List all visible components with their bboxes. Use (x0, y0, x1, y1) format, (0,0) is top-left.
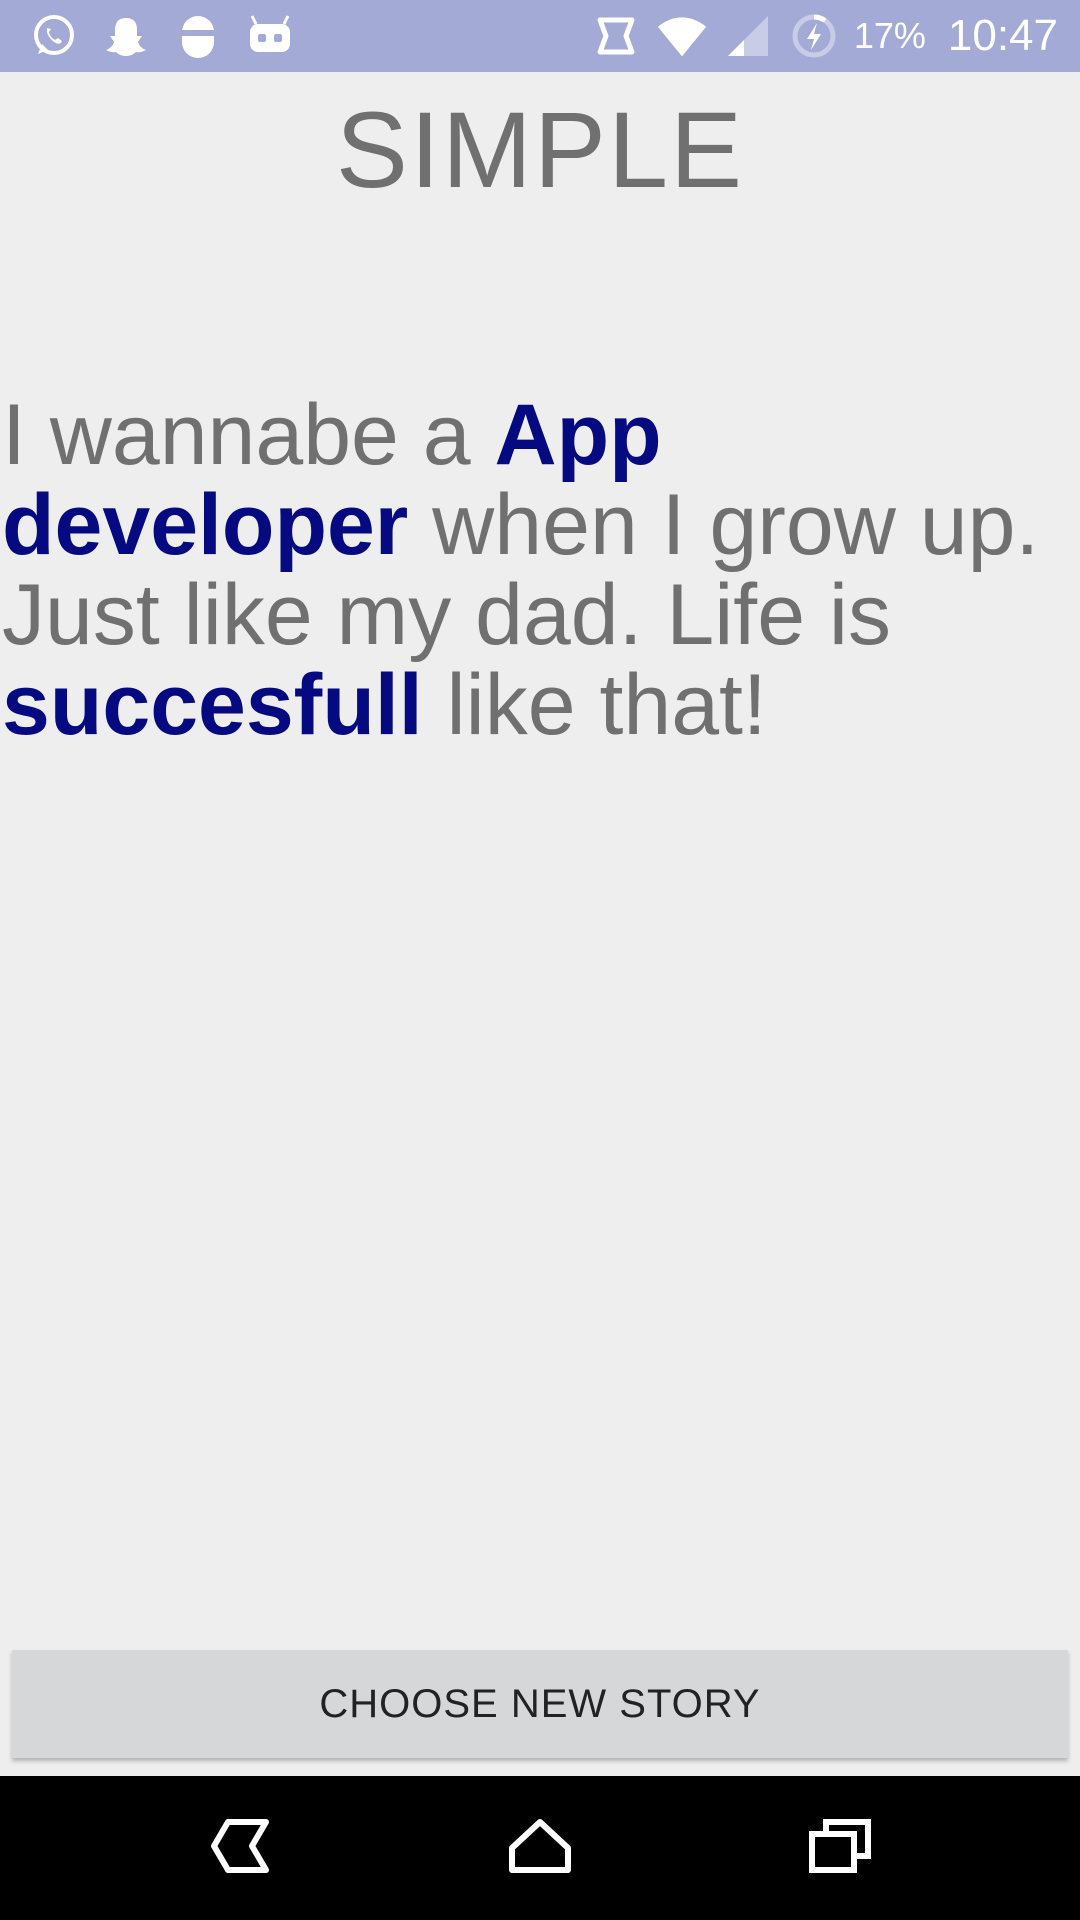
whatsapp-icon (28, 10, 80, 62)
status-bar: 17% 10:47 (0, 0, 1080, 72)
recents-icon (808, 1818, 872, 1879)
back-button[interactable] (190, 1798, 290, 1898)
wifi-icon (656, 10, 708, 62)
choose-new-story-button[interactable]: CHOOSE NEW STORY (12, 1650, 1068, 1758)
story-highlight-2: succesfull (2, 657, 423, 753)
story-text-part-3: like that! (422, 657, 767, 753)
battery-percent: 17% (853, 15, 926, 56)
back-icon (208, 1818, 272, 1879)
app-icon (172, 10, 224, 62)
home-button[interactable] (490, 1798, 590, 1898)
story-text: I wannabe a App developer when I grow up… (2, 390, 1072, 750)
story-text-part-1: I wannabe a (2, 387, 495, 483)
home-icon (508, 1818, 572, 1879)
nfc-icon (590, 10, 642, 62)
battery-charging-icon (788, 10, 840, 62)
clock: 10:47 (947, 11, 1058, 60)
system-status: 17% 10:47 (590, 0, 1058, 72)
navigation-bar (0, 1776, 1080, 1920)
page-title: SIMPLE (335, 89, 745, 210)
notification-icons (28, 10, 296, 62)
snapchat-icon (100, 10, 152, 62)
recents-button[interactable] (790, 1798, 890, 1898)
signal-icon (722, 10, 774, 62)
cyanogen-icon (244, 10, 296, 62)
